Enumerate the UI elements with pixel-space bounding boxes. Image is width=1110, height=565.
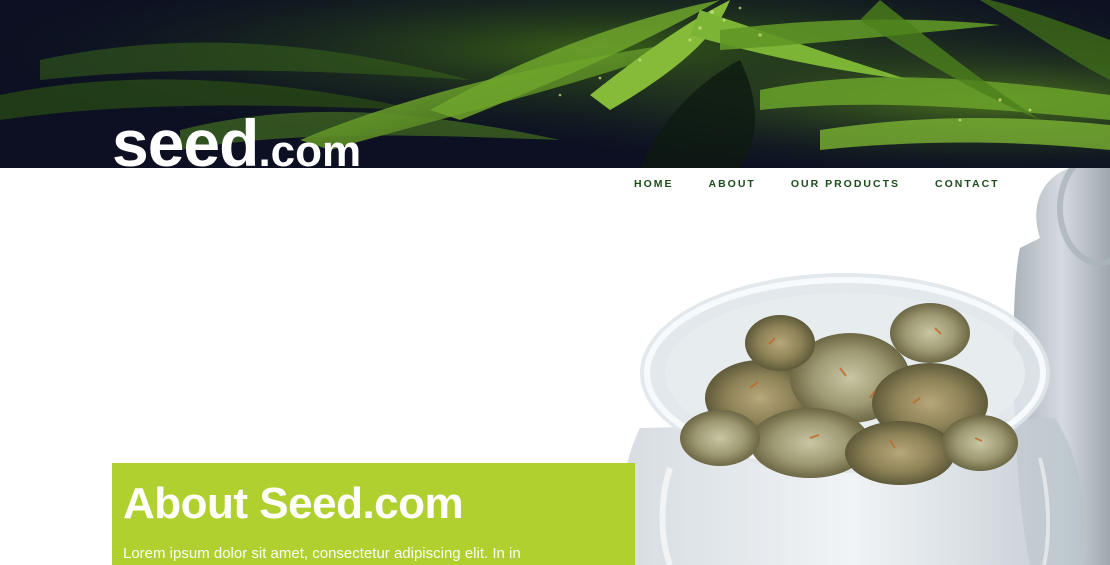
nav-our-products[interactable]: OUR PRODUCTS [791, 178, 900, 190]
about-title: About Seed.com [123, 479, 464, 528]
nav-contact[interactable]: CONTACT [935, 178, 1000, 190]
nav-home[interactable]: HOME [634, 178, 674, 190]
main-nav: HOME ABOUT OUR PRODUCTS CONTACT [634, 178, 1000, 190]
glass-jar-with-buds-photo [620, 168, 1110, 565]
logo-tld-text: .com [258, 127, 362, 169]
page: seed.com HOME ABOUT OUR PRODUCTS CONTACT [0, 0, 1110, 565]
about-section: About Seed.com Lorem ipsum dolor sit ame… [112, 463, 635, 565]
logo-clip: seed.com [0, 0, 1110, 168]
site-logo[interactable]: seed.com [112, 110, 361, 168]
nav-about[interactable]: ABOUT [709, 178, 756, 190]
logo-main-text: seed [112, 106, 259, 168]
about-text: Lorem ipsum dolor sit amet, consectetur … [123, 545, 521, 562]
